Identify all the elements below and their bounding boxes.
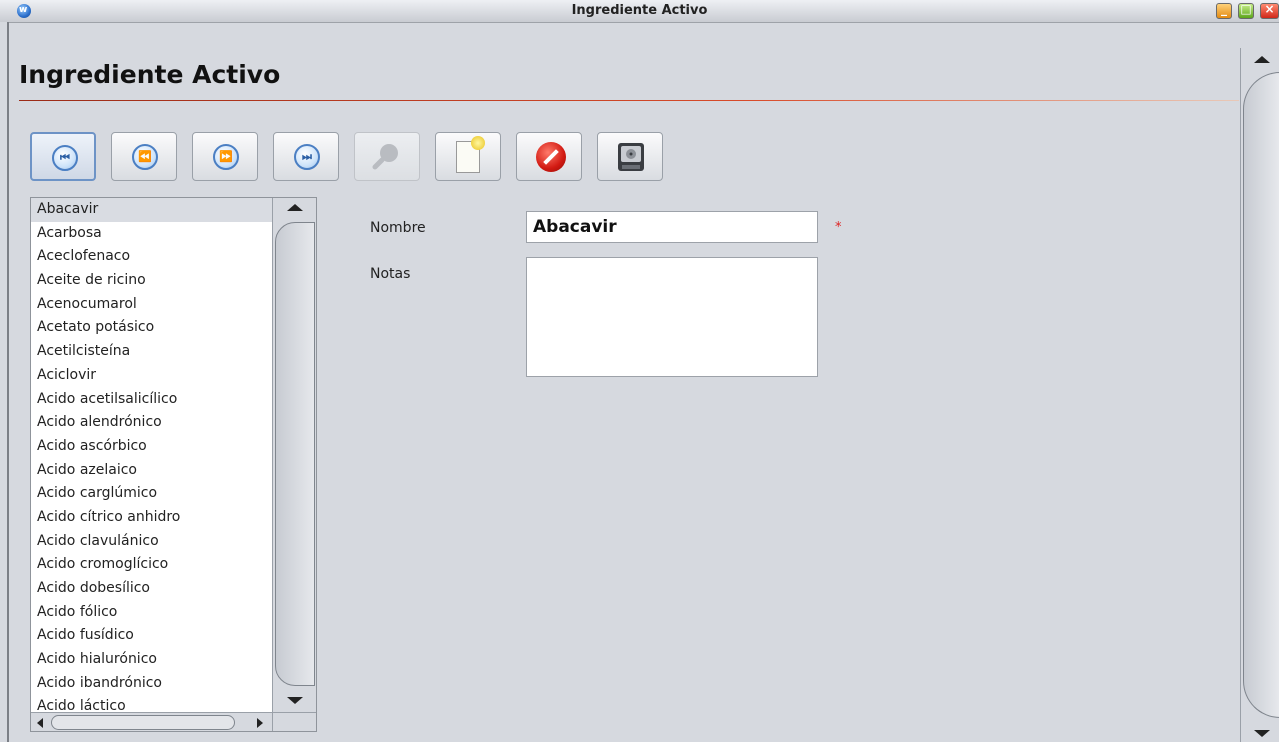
list-item[interactable]: Acetato potásico xyxy=(31,316,272,340)
list-item[interactable]: Acido fusídico xyxy=(31,624,272,648)
cancel-icon xyxy=(536,142,566,172)
nombre-field[interactable] xyxy=(526,211,818,243)
list-item[interactable]: Acido fólico xyxy=(31,601,272,625)
last-record-icon: ⏭ xyxy=(294,144,320,170)
window-titlebar[interactable]: w Ingrediente Activo _ □ × xyxy=(0,0,1279,23)
page-title: Ingrediente Activo xyxy=(19,60,281,89)
notas-textarea[interactable] xyxy=(526,257,818,377)
previous-record-icon: ⏪ xyxy=(132,144,158,170)
list-item[interactable]: Acido clavulánico xyxy=(31,530,272,554)
new-document-icon xyxy=(456,136,485,173)
list-item[interactable]: Acarbosa xyxy=(31,222,272,246)
first-record-icon: ⏮ xyxy=(52,145,78,171)
list-item[interactable]: Acido cítrico anhidro xyxy=(31,506,272,530)
list-item[interactable]: Acido ibandrónico xyxy=(31,672,272,696)
list-item[interactable]: Acenocumarol xyxy=(31,293,272,317)
list-hscroll-thumb[interactable] xyxy=(51,715,235,730)
next-record-icon: ⏩ xyxy=(213,144,239,170)
list-item[interactable]: Acido acetilsalicílico xyxy=(31,388,272,412)
list-vertical-scrollbar[interactable] xyxy=(272,198,316,712)
window-title: Ingrediente Activo xyxy=(571,3,708,18)
list-scroll-thumb[interactable] xyxy=(275,222,315,686)
ingredient-list[interactable]: Abacavir Acarbosa Aceclofenaco Aceite de… xyxy=(30,197,317,732)
previous-record-button[interactable]: ⏪ xyxy=(111,132,177,181)
notas-label: Notas xyxy=(370,266,411,282)
cancel-button[interactable] xyxy=(516,132,582,181)
title-divider xyxy=(19,100,1239,101)
window-scroll-up-arrow-icon[interactable] xyxy=(1254,56,1270,63)
list-item[interactable]: Acido ascórbico xyxy=(31,435,272,459)
first-record-button[interactable]: ⏮ xyxy=(30,132,96,181)
list-horizontal-scrollbar[interactable] xyxy=(31,712,272,731)
scroll-right-arrow-icon[interactable] xyxy=(257,718,263,728)
search-button[interactable] xyxy=(354,132,420,181)
window-left-border xyxy=(0,22,9,742)
list-item[interactable]: Aceclofenaco xyxy=(31,245,272,269)
scroll-left-arrow-icon[interactable] xyxy=(37,718,43,728)
scroll-down-arrow-icon[interactable] xyxy=(287,697,303,704)
window-vertical-scrollbar[interactable] xyxy=(1240,48,1279,742)
window-scroll-thumb[interactable] xyxy=(1243,72,1279,718)
maximize-button[interactable]: □ xyxy=(1238,2,1254,19)
list-item[interactable]: Acido carglúmico xyxy=(31,482,272,506)
list-item[interactable]: Acetilcisteína xyxy=(31,340,272,364)
nombre-label: Nombre xyxy=(370,220,426,236)
list-item[interactable]: Abacavir xyxy=(31,198,272,222)
minimize-button[interactable]: _ xyxy=(1216,2,1232,19)
ingredient-list-items: Abacavir Acarbosa Aceclofenaco Aceite de… xyxy=(31,198,272,719)
list-item[interactable]: Acido azelaico xyxy=(31,459,272,483)
save-button[interactable] xyxy=(597,132,663,181)
last-record-button[interactable]: ⏭ xyxy=(273,132,339,181)
list-item[interactable]: Acido dobesílico xyxy=(31,577,272,601)
scroll-up-arrow-icon[interactable] xyxy=(287,204,303,211)
list-item[interactable]: Aceite de ricino xyxy=(31,269,272,293)
list-item[interactable]: Acido alendrónico xyxy=(31,411,272,435)
list-item[interactable]: Acido hialurónico xyxy=(31,648,272,672)
search-icon xyxy=(372,144,398,170)
list-item[interactable]: Acido cromoglícico xyxy=(31,553,272,577)
required-marker: * xyxy=(835,220,842,235)
scrollbar-corner xyxy=(272,712,316,731)
next-record-button[interactable]: ⏩ xyxy=(192,132,258,181)
close-window-button[interactable]: × xyxy=(1260,2,1279,19)
window-scroll-down-arrow-icon[interactable] xyxy=(1254,730,1270,737)
list-item[interactable]: Aciclovir xyxy=(31,364,272,388)
save-disk-icon xyxy=(618,143,644,171)
new-record-button[interactable] xyxy=(435,132,501,181)
